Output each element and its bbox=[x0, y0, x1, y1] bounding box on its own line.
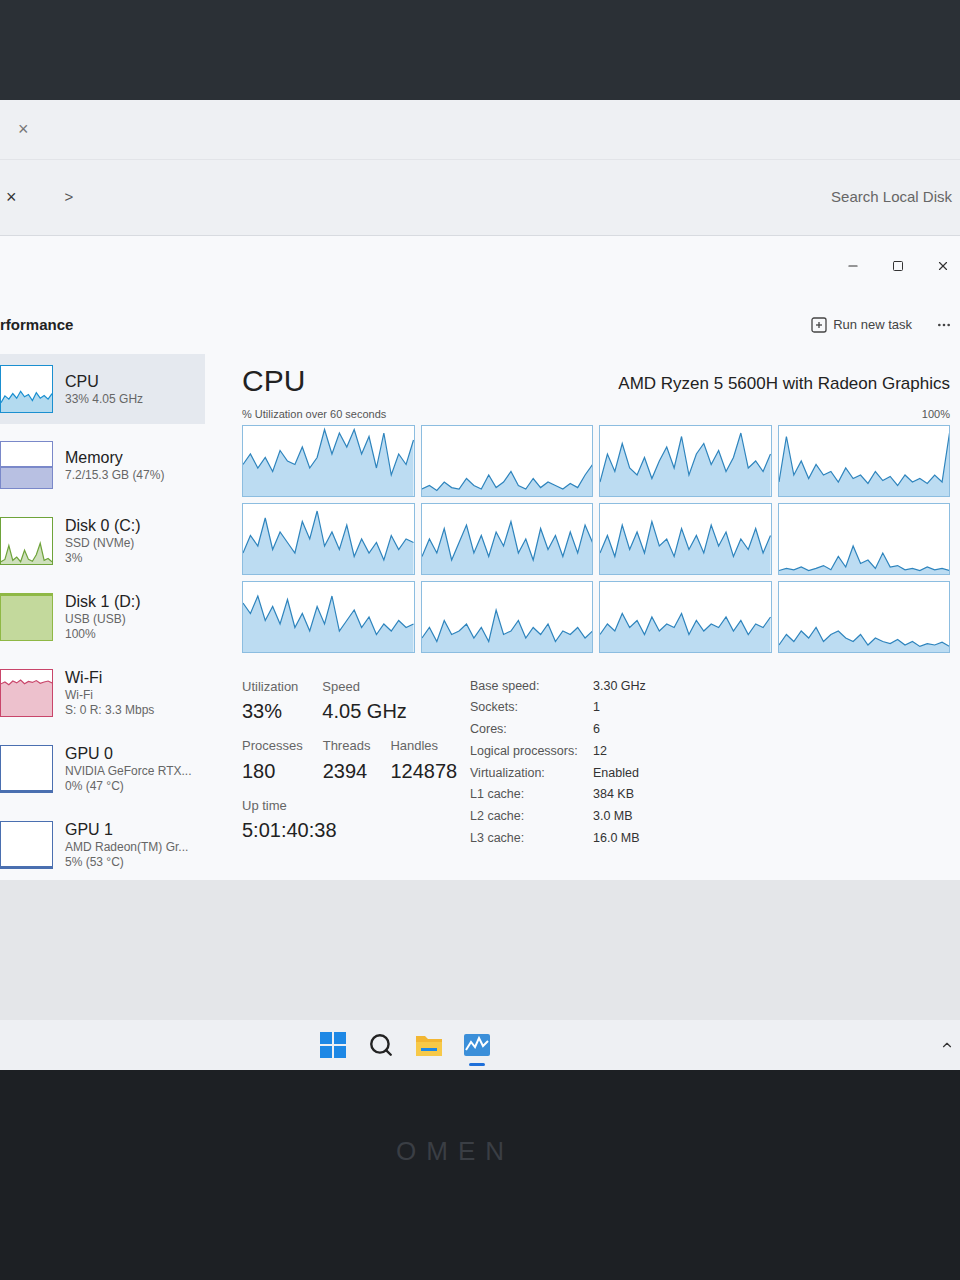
page-header: rformance Run new task bbox=[0, 296, 960, 354]
thumbnail-chart bbox=[0, 517, 53, 565]
thumbnail bbox=[0, 745, 53, 793]
photo: × × > Search Local Disk rformance Run new tas… bbox=[0, 0, 960, 1280]
core-graph bbox=[778, 581, 951, 653]
core-graph bbox=[599, 425, 772, 497]
title-bar bbox=[0, 236, 960, 296]
task-manager-icon bbox=[463, 1032, 491, 1058]
core-graph bbox=[421, 503, 594, 575]
thumbnail-chart bbox=[0, 365, 53, 413]
desktop bbox=[0, 880, 960, 1020]
sidebar-item[interactable]: Disk 0 (C:)SSD (NVMe)3% bbox=[0, 506, 205, 576]
thumbnail bbox=[0, 593, 53, 641]
taskbar-button[interactable] bbox=[406, 1022, 452, 1068]
cpu-model: AMD Ryzen 5 5600H with Radeon Graphics bbox=[618, 371, 950, 397]
core-graph bbox=[242, 425, 415, 497]
core-graph bbox=[599, 581, 772, 653]
sidebar-item[interactable]: GPU 0NVIDIA GeForce RTX...0% (47 °C) bbox=[0, 734, 205, 804]
sidebar-item[interactable]: Memory7.2/15.3 GB (47%) bbox=[0, 430, 205, 500]
stats: Utilization33%Speed4.05 GHzProcesses180T… bbox=[242, 677, 470, 848]
sidebar-item[interactable]: CPU33% 4.05 GHz bbox=[0, 354, 205, 424]
core-graph bbox=[599, 503, 772, 575]
core-graph bbox=[242, 503, 415, 575]
sidebar-item[interactable]: Wi-FiWi-FiS: 0 R: 3.3 Mbps bbox=[0, 658, 205, 728]
explorer-window: × × > Search Local Disk bbox=[0, 100, 960, 235]
close-icon[interactable] bbox=[936, 259, 950, 273]
brand-logo: OMEN bbox=[396, 1132, 514, 1171]
folder-icon bbox=[415, 1032, 443, 1058]
thumbnail bbox=[0, 669, 53, 717]
thumbnail bbox=[0, 441, 53, 489]
minimize-icon[interactable] bbox=[846, 259, 860, 273]
laptop-body: OMEN bbox=[0, 1070, 960, 1280]
thumbnail-fill bbox=[1, 594, 52, 640]
core-graph bbox=[778, 425, 951, 497]
pane-close[interactable]: × bbox=[6, 184, 17, 211]
core-graphs bbox=[242, 425, 950, 653]
panel-title: CPU bbox=[242, 366, 305, 396]
thumbnail-fill bbox=[1, 790, 52, 792]
cpu-panel: CPU AMD Ryzen 5 5600H with Radeon Graphic… bbox=[205, 354, 960, 880]
run-new-task-button[interactable]: Run new task bbox=[811, 315, 912, 335]
thumbnail bbox=[0, 821, 53, 869]
sidebar-item[interactable]: Disk 1 (D:)USB (USB)100% bbox=[0, 582, 205, 652]
run-task-icon bbox=[811, 317, 827, 333]
search-field[interactable]: Search Local Disk bbox=[831, 186, 952, 209]
core-graph bbox=[242, 581, 415, 653]
more-icon[interactable] bbox=[936, 317, 952, 333]
core-graph bbox=[421, 425, 594, 497]
thumbnail bbox=[0, 365, 53, 413]
core-graph bbox=[778, 503, 951, 575]
tray-chevron-icon[interactable] bbox=[940, 1038, 954, 1052]
core-graph bbox=[421, 581, 594, 653]
thumbnail-fill bbox=[1, 466, 52, 488]
breadcrumb-chevron[interactable]: > bbox=[65, 186, 74, 209]
thumbnail-chart bbox=[0, 669, 53, 717]
taskbar-button[interactable] bbox=[358, 1022, 404, 1068]
sidebar-item[interactable]: GPU 1AMD Radeon(TM) Gr...5% (53 °C) bbox=[0, 810, 205, 880]
thumbnail bbox=[0, 517, 53, 565]
tab-close[interactable]: × bbox=[18, 116, 29, 143]
active-indicator bbox=[469, 1063, 485, 1066]
search-icon bbox=[368, 1032, 394, 1058]
page-title: rformance bbox=[0, 314, 73, 337]
thumbnail-fill bbox=[1, 866, 52, 868]
bezel bbox=[0, 0, 960, 100]
chart-max: 100% bbox=[922, 406, 950, 423]
taskbar-button[interactable] bbox=[310, 1022, 356, 1068]
specs: Base speed:3.30 GHzSockets:1Cores:6Logic… bbox=[470, 677, 646, 848]
chart-caption: % Utilization over 60 seconds bbox=[242, 406, 386, 423]
maximize-icon[interactable] bbox=[892, 260, 904, 272]
taskbar-button[interactable] bbox=[454, 1022, 500, 1068]
sidebar: CPU33% 4.05 GHzMemory7.2/15.3 GB (47%)Di… bbox=[0, 354, 205, 880]
task-manager-window: rformance Run new task CPU33% 4.05 GHzMemo… bbox=[0, 235, 960, 880]
taskbar bbox=[0, 1020, 960, 1070]
windows-icon bbox=[320, 1032, 346, 1058]
